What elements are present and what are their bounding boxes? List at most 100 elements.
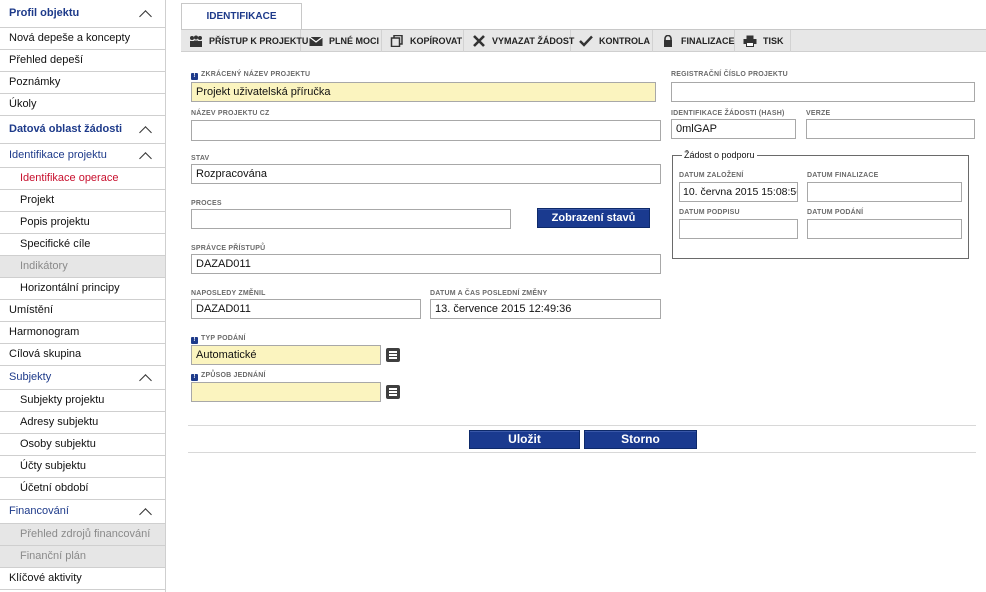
finalized-date-label: DATUM FINALIZACE bbox=[807, 172, 879, 179]
tab-identifikace-operace[interactable]: IDENTIFIKACE OPERACE bbox=[181, 3, 302, 48]
sidebar-item-label: Osoby subjektu bbox=[20, 438, 96, 450]
sidebar-item-subjekty-projektu[interactable]: Subjekty projektu bbox=[0, 390, 165, 412]
sidebar-item-harmonogram[interactable]: Harmonogram bbox=[0, 322, 165, 344]
submission-type-field[interactable]: Automatické bbox=[191, 345, 381, 365]
sidebar-item-label: Subjekty bbox=[9, 371, 52, 383]
sidebar-item-label: Harmonogram bbox=[9, 326, 80, 338]
chevron-up-icon[interactable] bbox=[141, 154, 151, 164]
sidebar-item-prehled-zdroju-financovani[interactable]: Přehled zdrojů financování bbox=[0, 524, 165, 546]
support-request-group: Žádost o podporu DATUM ZALOŽENÍ 10. červ… bbox=[672, 150, 969, 259]
sidebar-item-profil-objektu[interactable]: Profil objektu bbox=[0, 0, 165, 28]
show-states-button[interactable]: Zobrazení stavů bbox=[537, 208, 650, 228]
sidebar-item-label: Úkoly bbox=[9, 98, 37, 110]
sidebar-item-label: Subjekty projektu bbox=[20, 394, 105, 406]
copy-button[interactable]: KOPÍROVAT bbox=[382, 30, 464, 52]
signed-date-field[interactable] bbox=[679, 219, 798, 239]
sidebar-item-ukoly[interactable]: Úkoly bbox=[0, 94, 165, 116]
sidebar-item-prehled-depesi[interactable]: Přehled depeší bbox=[0, 50, 165, 72]
sidebar-item-label: Adresy subjektu bbox=[20, 416, 99, 428]
power-of-attorney-label: PLNÉ MOCI bbox=[329, 36, 380, 46]
save-button[interactable]: Uložit bbox=[469, 430, 580, 449]
sidebar-item-label: Účetní období bbox=[20, 482, 89, 494]
sidebar-item-cilova-skupina[interactable]: Cílová skupina bbox=[0, 344, 165, 366]
sidebar-item-label: Popis projektu bbox=[20, 216, 90, 228]
sidebar-item-financovani[interactable]: Financování bbox=[0, 500, 165, 524]
sidebar-item-identifikace-projektu[interactable]: Identifikace projektu bbox=[0, 144, 165, 168]
check-label: KONTROLA bbox=[599, 36, 650, 46]
sidebar-item-adresy-subjektu[interactable]: Adresy subjektu bbox=[0, 412, 165, 434]
short-name-label: ! ZKRÁCENÝ NÁZEV PROJEKTU bbox=[191, 71, 310, 80]
list-icon[interactable] bbox=[386, 348, 400, 362]
cancel-button[interactable]: Storno bbox=[584, 430, 697, 449]
finalize-button[interactable]: FINALIZACE bbox=[653, 30, 735, 52]
sidebar-item-indikatory[interactable]: Indikátory bbox=[0, 256, 165, 278]
print-label: TISK bbox=[763, 36, 784, 46]
sidebar-item-osoby-subjektu[interactable]: Osoby subjektu bbox=[0, 434, 165, 456]
power-of-attorney-button[interactable]: PLNÉ MOCI bbox=[301, 30, 382, 52]
version-field[interactable] bbox=[806, 119, 975, 139]
delete-request-button[interactable]: VYMAZAT ŽÁDOST bbox=[464, 30, 574, 52]
signed-date-label: DATUM PODPISU bbox=[679, 209, 740, 216]
sidebar-item-label: Horizontální principy bbox=[20, 282, 120, 294]
chevron-up-icon[interactable] bbox=[141, 12, 151, 22]
sidebar-item-nova-depese-a-koncepty[interactable]: Nová depeše a koncepty bbox=[0, 28, 165, 50]
sidebar-item-klicove-aktivity[interactable]: Klíčové aktivity bbox=[0, 568, 165, 590]
negotiation-method-label: ! ZPŮSOB JEDNÁNÍ bbox=[191, 372, 266, 381]
main-content: IDENTIFIKACE OPERACE PŘÍSTUP K PROJEKTU … bbox=[181, 0, 986, 592]
sidebar-item-ucty-subjektu[interactable]: Účty subjektu bbox=[0, 456, 165, 478]
support-request-legend: Žádost o podporu bbox=[682, 150, 757, 160]
sidebar-item-datova-oblast-zadosti[interactable]: Datová oblast žádosti bbox=[0, 116, 165, 144]
name-cz-field[interactable] bbox=[191, 120, 661, 141]
submitted-date-field[interactable] bbox=[807, 219, 962, 239]
envelope-icon bbox=[309, 35, 323, 47]
sidebar-item-label: Profil objektu bbox=[9, 7, 80, 19]
sidebar-item-ucetni-obdobi[interactable]: Účetní období bbox=[0, 478, 165, 500]
sidebar-item-poznamky[interactable]: Poznámky bbox=[0, 72, 165, 94]
sidebar-item-label: Nová depeše a koncepty bbox=[9, 32, 131, 44]
access-button-label: PŘÍSTUP K PROJEKTU bbox=[209, 36, 309, 46]
sidebar-item-identifikace-operace[interactable]: Identifikace operace bbox=[0, 168, 165, 190]
sidebar-item-umisteni[interactable]: Umístění bbox=[0, 300, 165, 322]
sidebar-item-financni-plan[interactable]: Finanční plán bbox=[0, 546, 165, 568]
sidebar-item-specificke-cile[interactable]: Specifické cíle bbox=[0, 234, 165, 256]
state-label: STAV bbox=[191, 155, 210, 162]
sidebar-item-label: Identifikace projektu bbox=[9, 149, 107, 161]
process-field[interactable] bbox=[191, 209, 511, 229]
chevron-up-icon[interactable] bbox=[141, 376, 151, 386]
last-change-time-field[interactable]: 13. července 2015 12:49:36 bbox=[430, 299, 661, 319]
chevron-up-icon[interactable] bbox=[141, 510, 151, 520]
negotiation-method-field[interactable] bbox=[191, 382, 381, 402]
last-change-time-label: DATUM A ČAS POSLEDNÍ ZMĚNY bbox=[430, 290, 548, 297]
sidebar-item-projekt[interactable]: Projekt bbox=[0, 190, 165, 212]
access-admin-field[interactable]: DAZAD011 bbox=[191, 254, 661, 274]
sidebar-item-label: Cílová skupina bbox=[9, 348, 82, 360]
sidebar-item-label: Finanční plán bbox=[20, 550, 87, 562]
last-changed-by-field[interactable]: DAZAD011 bbox=[191, 299, 421, 319]
divider-bottom bbox=[188, 452, 976, 453]
sidebar-item-horizontalni-principy[interactable]: Horizontální principy bbox=[0, 278, 165, 300]
sidebar-item-subjekty[interactable]: Subjekty bbox=[0, 366, 165, 390]
check-icon bbox=[579, 35, 593, 47]
required-icon: ! bbox=[191, 337, 198, 344]
sidebar-item-label: Financování bbox=[9, 505, 69, 517]
sidebar-item-label: Datová oblast žádosti bbox=[9, 123, 123, 135]
print-button[interactable]: TISK bbox=[735, 30, 791, 52]
reg-number-label: REGISTRAČNÍ ČÍSLO PROJEKTU bbox=[671, 71, 788, 78]
reg-number-field[interactable] bbox=[671, 82, 975, 102]
list-icon[interactable] bbox=[386, 385, 400, 399]
sidebar-item-label: Klíčové aktivity bbox=[9, 572, 82, 584]
sidebar-item-label: Specifické cíle bbox=[20, 238, 91, 250]
created-date-label: DATUM ZALOŽENÍ bbox=[679, 172, 744, 179]
lock-icon bbox=[661, 35, 675, 47]
name-cz-label: NÁZEV PROJEKTU CZ bbox=[191, 110, 270, 117]
created-date-field[interactable]: 10. června 2015 15:08:56 bbox=[679, 182, 798, 202]
hash-field[interactable]: 0mlGAP bbox=[671, 119, 796, 139]
sidebar-item-label: Poznámky bbox=[9, 76, 61, 88]
access-button[interactable]: PŘÍSTUP K PROJEKTU bbox=[181, 30, 308, 52]
short-name-field[interactable]: Projekt uživatelská příručka bbox=[191, 82, 656, 102]
state-field[interactable]: Rozpracována bbox=[191, 164, 661, 184]
finalized-date-field[interactable] bbox=[807, 182, 962, 202]
sidebar-item-popis-projektu[interactable]: Popis projektu bbox=[0, 212, 165, 234]
chevron-up-icon[interactable] bbox=[141, 128, 151, 138]
check-button[interactable]: KONTROLA bbox=[571, 30, 653, 52]
